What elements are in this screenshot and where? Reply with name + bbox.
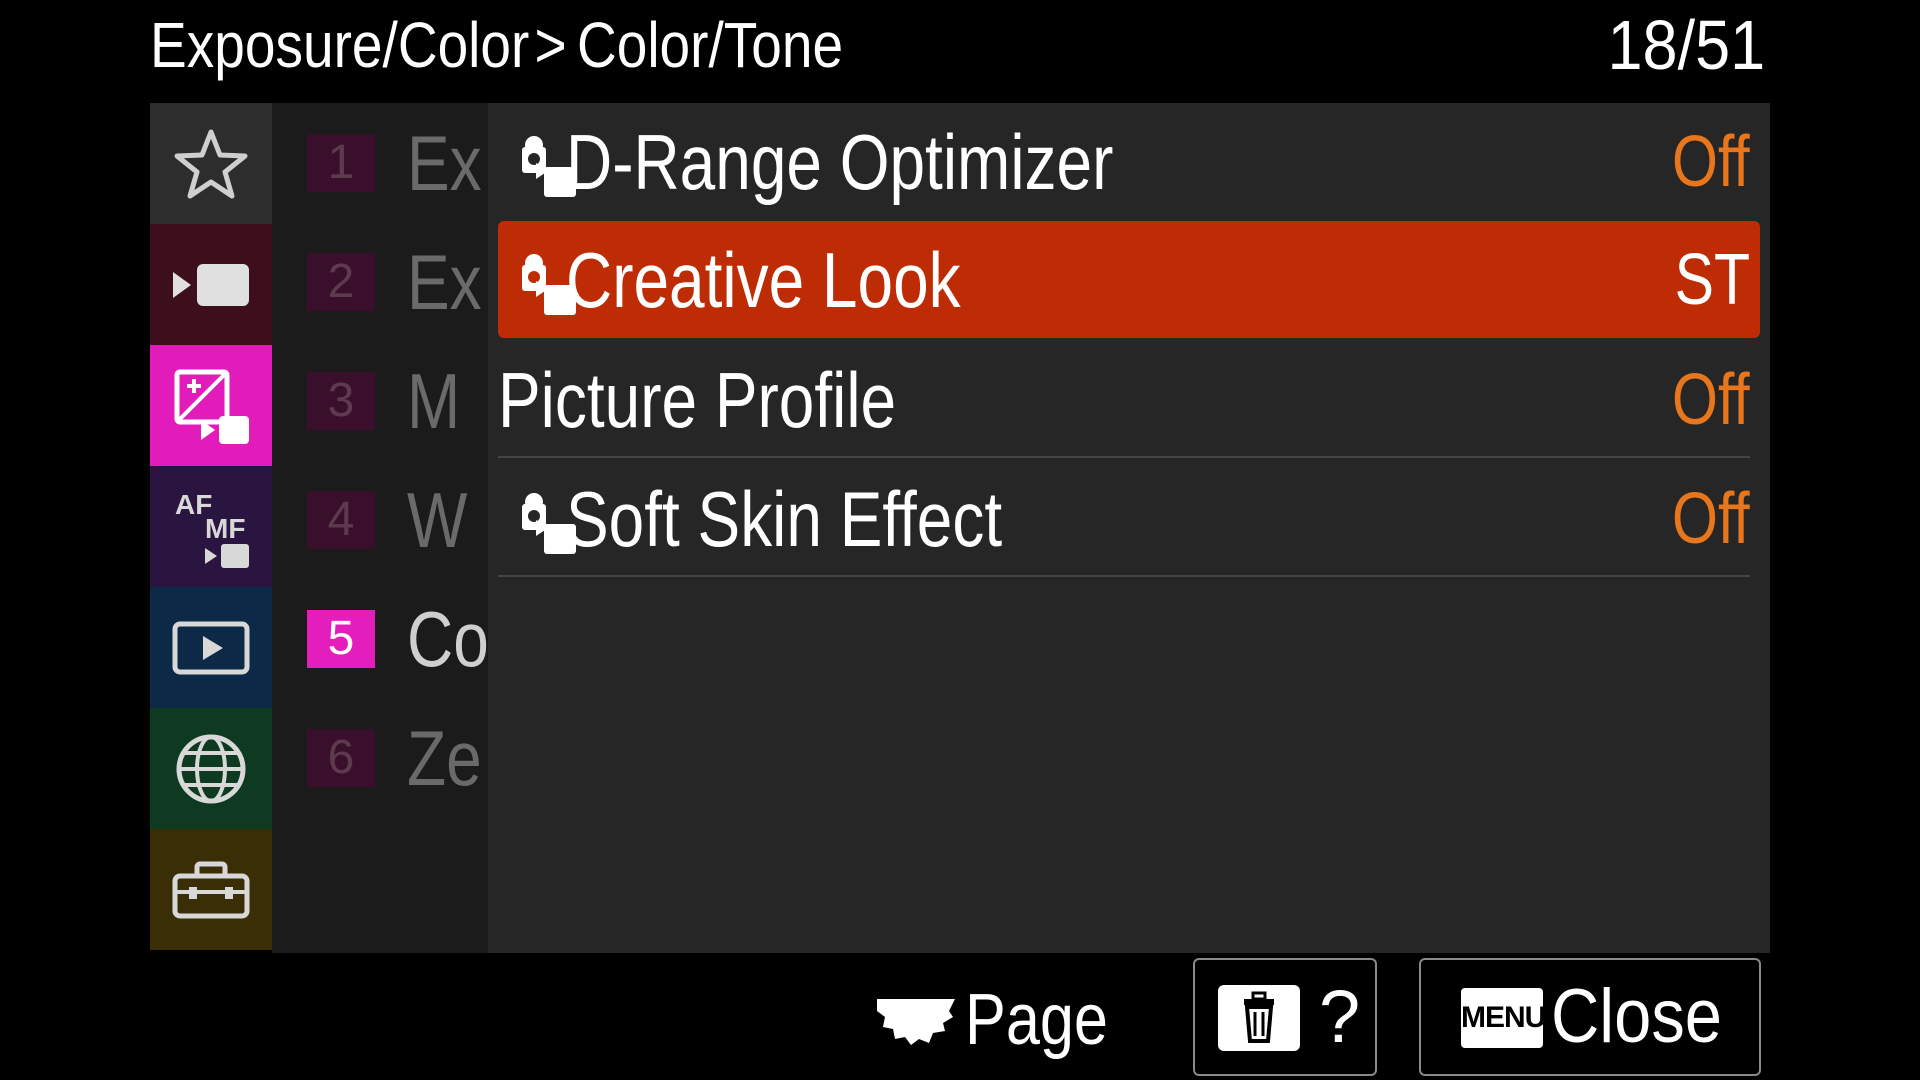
- category-tab-exposure-color[interactable]: [150, 345, 272, 466]
- subpage-item[interactable]: 1 Ex: [272, 103, 488, 222]
- help-icon: ?: [1319, 975, 1361, 1058]
- subpage-number: 3: [307, 372, 375, 430]
- menu-item-label: Creative Look: [566, 236, 961, 324]
- close-label: Close: [1551, 974, 1722, 1059]
- subpage-item[interactable]: 3 M: [272, 341, 488, 460]
- af-mf-icon: AF MF: [175, 489, 249, 568]
- subpage-number: 4: [307, 491, 375, 549]
- subpage-item-active[interactable]: 5 Co: [272, 579, 488, 698]
- subpage-label: Co: [407, 595, 488, 683]
- menu-item-creative-look[interactable]: Creative Look ST: [498, 221, 1760, 338]
- subpage-number: 2: [307, 253, 375, 311]
- subpage-label: M: [407, 357, 461, 445]
- subpage-number: 6: [307, 729, 375, 787]
- menu-item-picture-profile[interactable]: Picture Profile Off: [498, 341, 1760, 458]
- svg-text:MF: MF: [205, 513, 245, 544]
- menu-item-value: ST: [1674, 240, 1750, 320]
- breadcrumb: Exposure/Color> Color/Tone: [150, 2, 843, 88]
- category-tab-playback[interactable]: [150, 587, 272, 708]
- menu-list: D-Range Optimizer Off Creative Look ST P…: [488, 103, 1770, 953]
- delete-help-button[interactable]: ?: [1193, 958, 1377, 1076]
- close-button[interactable]: MENU Close: [1419, 958, 1761, 1076]
- trash-icon: [1244, 991, 1274, 1043]
- control-wheel-icon: [877, 999, 955, 1045]
- subpage-list: 1 Ex 2 Ex 3 M 4 W 5 Co 6 Ze: [272, 103, 488, 953]
- subpage-number: 1: [307, 134, 375, 192]
- toolbox-icon: [172, 861, 250, 918]
- page-label: Page: [965, 980, 1108, 1060]
- breadcrumb-separator: >: [534, 9, 567, 81]
- menu-key-icon: MENU: [1461, 988, 1546, 1048]
- menu-item-value: Off: [1672, 360, 1750, 440]
- subpage-label: Ze: [407, 714, 482, 802]
- breadcrumb-current: Color/Tone: [576, 9, 844, 81]
- subpage-item[interactable]: 6 Ze: [272, 698, 488, 817]
- menu-item-value: Off: [1672, 479, 1750, 559]
- category-tab-focus[interactable]: AF MF: [150, 466, 272, 587]
- menu-item-label: Soft Skin Effect: [566, 475, 1003, 563]
- category-tab-network[interactable]: [150, 708, 272, 829]
- menu-item-d-range-optimizer[interactable]: D-Range Optimizer Off: [498, 103, 1760, 220]
- network-globe-icon: [176, 734, 246, 803]
- menu-item-value: Off: [1672, 122, 1750, 202]
- trash-key: [1218, 985, 1300, 1051]
- playback-icon: [172, 621, 250, 674]
- divider: [498, 456, 1750, 458]
- category-tab-my-menu[interactable]: [150, 103, 272, 224]
- category-tabs: AF MF: [150, 103, 272, 950]
- subpage-item[interactable]: 4 W: [272, 460, 488, 579]
- movie-camera-icon: [173, 263, 249, 306]
- subpage-number: 5: [307, 610, 375, 668]
- divider: [498, 575, 1750, 577]
- subpage-label: W: [407, 476, 468, 564]
- menu-item-soft-skin-effect[interactable]: Soft Skin Effect Off: [498, 460, 1760, 577]
- category-tab-setup[interactable]: [150, 829, 272, 950]
- subpage-label: Ex: [407, 119, 482, 207]
- header: Exposure/Color> Color/Tone 18/51: [0, 0, 1920, 100]
- breadcrumb-parent: Exposure/Color: [150, 9, 530, 81]
- subpage-item[interactable]: 2 Ex: [272, 222, 488, 341]
- menu-item-label: D-Range Optimizer: [566, 118, 1114, 206]
- subpage-label: Ex: [407, 238, 482, 326]
- page-dial-hint[interactable]: Page: [875, 975, 1133, 1065]
- exposure-color-icon: [174, 369, 249, 444]
- menu-item-label: Picture Profile: [498, 356, 897, 444]
- category-tab-shooting[interactable]: [150, 224, 272, 345]
- star-icon: [174, 129, 248, 198]
- page-indicator: 18/51: [1607, 6, 1765, 84]
